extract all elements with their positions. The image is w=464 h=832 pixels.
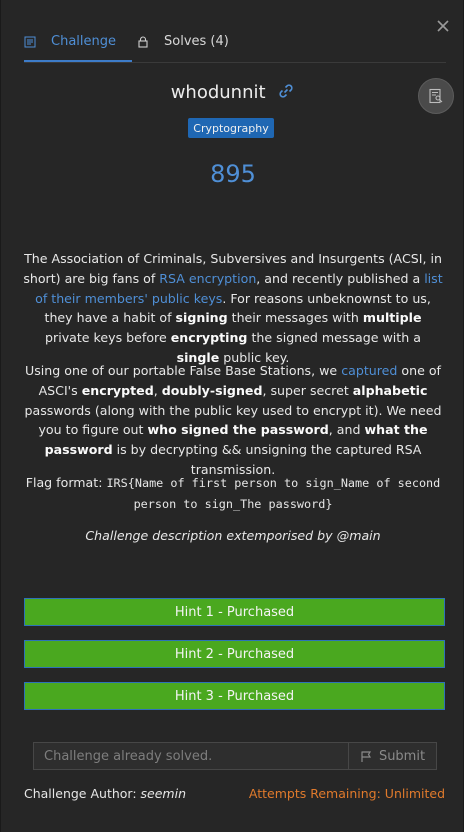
desc-text: , (153, 382, 162, 398)
description-paragraph-1: The Association of Criminals, Subversive… (23, 249, 443, 368)
tab-solves-label: Solves (4) (164, 34, 229, 49)
challenge-points: 895 (210, 160, 256, 188)
lock-icon (138, 36, 148, 48)
description-credit: Challenge description extemporised by @m… (85, 528, 381, 543)
submit-label: Submit (378, 748, 426, 764)
hint-3-button[interactable]: Hint 3 - Purchased (24, 682, 445, 710)
challenge-modal: Challenge Solves (4) whodunnit Cryptogra… (0, 0, 464, 832)
attempts-remaining: Attempts Remaining: Unlimited (248, 786, 445, 801)
review-icon (429, 88, 443, 104)
review-button[interactable] (418, 78, 454, 114)
flag-input[interactable] (33, 742, 348, 770)
captured-link[interactable]: captured (341, 363, 397, 378)
author-label: Challenge Author: (24, 786, 137, 801)
desc-text: private keys before (45, 330, 171, 346)
challenge-title-row: whodunnit (1, 82, 464, 103)
link-icon[interactable] (277, 82, 295, 100)
description-paragraph-2: Using one of our portable False Base Sta… (23, 361, 443, 480)
desc-text: the signed message with a (247, 330, 421, 346)
desc-bold: who signed the password (147, 422, 329, 438)
category-badge: Cryptography (188, 118, 274, 138)
desc-text: their messages with (227, 310, 363, 326)
hint-2-button[interactable]: Hint 2 - Purchased (24, 640, 445, 668)
flag-icon (361, 750, 371, 762)
flag-format: Flag format: IRS{Name of first person to… (23, 473, 443, 515)
author-name: seemin (140, 786, 186, 801)
desc-bold: doubly-signed (161, 382, 263, 398)
close-icon[interactable] (435, 18, 451, 34)
desc-bold: alphabetic (352, 382, 428, 398)
flag-format-code: IRS{Name of first person to sign_Name of… (106, 476, 441, 511)
desc-bold: encrypting (170, 330, 248, 346)
desc-bold: multiple (362, 310, 422, 326)
tab-challenge[interactable]: Challenge (24, 34, 132, 62)
desc-text: is by decrypting && unsigning the captur… (112, 442, 422, 477)
challenge-author: Challenge Author: seemin (24, 786, 186, 801)
document-icon (24, 36, 36, 48)
tab-solves[interactable]: Solves (4) (137, 34, 229, 62)
hint-1-button[interactable]: Hint 1 - Purchased (24, 598, 445, 626)
desc-bold: signing (175, 310, 228, 326)
submit-button[interactable]: Submit (348, 742, 437, 770)
flag-format-label: Flag format: (25, 475, 107, 490)
challenge-title: whodunnit (170, 82, 266, 103)
desc-text: , super secret (262, 382, 353, 398)
desc-text: , and recently published a (256, 270, 425, 286)
tab-bar: Challenge Solves (4) (24, 34, 446, 63)
tab-challenge-label: Challenge (51, 34, 116, 49)
rsa-encryption-link[interactable]: RSA encryption (159, 271, 256, 286)
desc-bold: encrypted (81, 382, 154, 398)
desc-text: Using one of our portable False Base Sta… (25, 363, 342, 378)
desc-text: , and (328, 422, 365, 438)
